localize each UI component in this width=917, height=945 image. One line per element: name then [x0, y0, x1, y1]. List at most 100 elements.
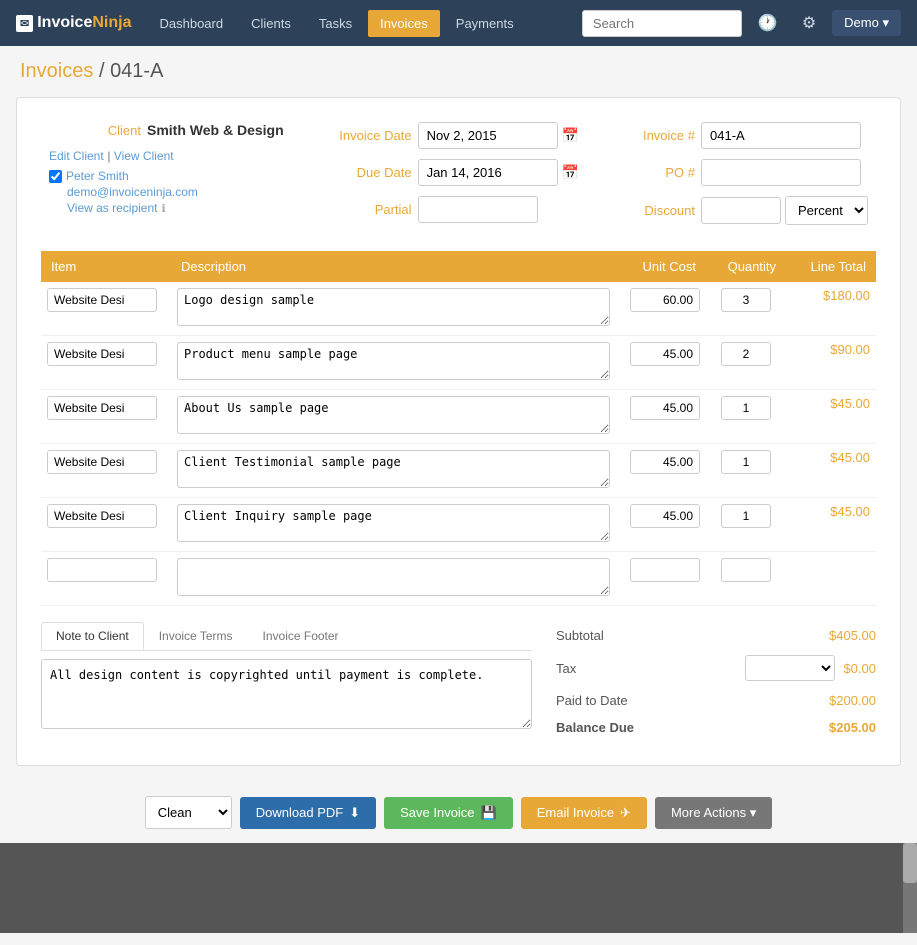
- send-icon: ✈: [620, 805, 631, 821]
- contact-name-link[interactable]: Peter Smith: [66, 169, 129, 183]
- invoice-date-label: Invoice Date: [312, 128, 412, 143]
- view-as-recipient-link[interactable]: View as recipient: [67, 201, 158, 215]
- partial-input[interactable]: [418, 196, 538, 223]
- more-actions-button[interactable]: More Actions ▾: [655, 797, 772, 829]
- row3-item-cell: [41, 390, 171, 444]
- save-invoice-button[interactable]: Save Invoice 💾: [384, 797, 513, 829]
- row5-total-cell: $45.00: [786, 498, 876, 552]
- row2-item-input[interactable]: [47, 342, 157, 366]
- client-row: Client Smith Web & Design: [41, 122, 296, 138]
- navbar: ✉ InvoiceNinja Dashboard Clients Tasks I…: [0, 0, 917, 46]
- row1-unit-input[interactable]: [630, 288, 700, 312]
- discount-row: Discount Percent Amount: [595, 196, 868, 225]
- tax-label: Tax: [556, 661, 576, 676]
- invoice-num-input[interactable]: [701, 122, 861, 149]
- notes-textarea[interactable]: All design content is copyrighted until …: [41, 659, 532, 729]
- search-input[interactable]: [582, 10, 742, 37]
- row3-qty-input[interactable]: [721, 396, 771, 420]
- scrollbar-thumb[interactable]: [903, 843, 917, 883]
- download-icon: ⬇: [349, 805, 360, 821]
- row2-desc-cell: Product menu sample page: [171, 336, 616, 390]
- row4-desc-textarea[interactable]: Client Testimonial sample page: [177, 450, 610, 488]
- tab-invoice-terms[interactable]: Invoice Terms: [144, 622, 248, 650]
- table-row: Product menu sample page $90.00: [41, 336, 876, 390]
- totals-section: Subtotal $405.00 Tax $0.00 Paid to Date …: [556, 622, 876, 741]
- demo-menu-button[interactable]: Demo ▾: [832, 10, 901, 36]
- template-select[interactable]: Clean Bold Modern Creative: [146, 797, 231, 828]
- row1-qty-input[interactable]: [721, 288, 771, 312]
- tax-right: $0.00: [745, 655, 876, 681]
- row2-total-cell: $90.00: [786, 336, 876, 390]
- discount-input[interactable]: [701, 197, 781, 224]
- due-date-input[interactable]: [418, 159, 558, 186]
- po-row: PO #: [595, 159, 868, 186]
- download-pdf-label: Download PDF: [256, 805, 343, 820]
- breadcrumb-current: 041-A: [110, 60, 163, 82]
- tax-select[interactable]: [745, 655, 835, 681]
- row6-qty-input[interactable]: [721, 558, 771, 582]
- nav-dashboard[interactable]: Dashboard: [147, 10, 235, 37]
- scrollbar-track: [903, 843, 917, 933]
- tab-invoice-footer[interactable]: Invoice Footer: [248, 622, 354, 650]
- table-row: About Us sample page $45.00: [41, 390, 876, 444]
- invoice-date-row: Invoice Date 📅: [312, 122, 579, 149]
- nav-tasks[interactable]: Tasks: [307, 10, 364, 37]
- row2-unit-input[interactable]: [630, 342, 700, 366]
- due-date-wrap: 📅: [418, 159, 579, 186]
- row1-item-cell: [41, 282, 171, 336]
- settings-icon-button[interactable]: ⚙: [794, 9, 824, 37]
- tab-note-to-client[interactable]: Note to Client: [41, 622, 144, 650]
- clock-icon-button[interactable]: 🕐: [750, 9, 786, 37]
- nav-invoices[interactable]: Invoices: [368, 10, 440, 37]
- download-pdf-button[interactable]: Download PDF ⬇: [240, 797, 376, 829]
- scrollbar-area: [0, 843, 917, 933]
- contact-checkbox[interactable]: [49, 170, 62, 183]
- breadcrumb-separator: /: [99, 60, 110, 82]
- nav-payments[interactable]: Payments: [444, 10, 526, 37]
- row6-item-input[interactable]: [47, 558, 157, 582]
- row5-desc-textarea[interactable]: Client Inquiry sample page: [177, 504, 610, 542]
- row4-unit-input[interactable]: [630, 450, 700, 474]
- balance-label: Balance Due: [556, 720, 634, 735]
- navbar-right: 🕐 ⚙ Demo ▾: [582, 9, 901, 37]
- breadcrumb: Invoices / 041-A: [0, 46, 917, 97]
- row5-item-input[interactable]: [47, 504, 157, 528]
- header-line-total: Line Total: [786, 251, 876, 282]
- row6-unit-input[interactable]: [630, 558, 700, 582]
- row2-qty-input[interactable]: [721, 342, 771, 366]
- row5-unit-input[interactable]: [630, 504, 700, 528]
- invoice-num-label: Invoice #: [595, 128, 695, 143]
- row4-item-input[interactable]: [47, 450, 157, 474]
- invoice-card: Client Smith Web & Design Edit Client | …: [16, 97, 901, 766]
- paid-label: Paid to Date: [556, 693, 628, 708]
- paid-row: Paid to Date $200.00: [556, 687, 876, 714]
- email-invoice-button[interactable]: Email Invoice ✈: [521, 797, 647, 829]
- row1-item-input[interactable]: [47, 288, 157, 312]
- row1-desc-textarea[interactable]: Logo design sample: [177, 288, 610, 326]
- invoice-date-input[interactable]: [418, 122, 558, 149]
- save-invoice-label: Save Invoice: [400, 805, 474, 820]
- due-date-label: Due Date: [312, 165, 412, 180]
- row5-item-cell: [41, 498, 171, 552]
- discount-wrap: Percent Amount: [701, 196, 868, 225]
- nav-clients[interactable]: Clients: [239, 10, 303, 37]
- row3-item-input[interactable]: [47, 396, 157, 420]
- row3-desc-textarea[interactable]: About Us sample page: [177, 396, 610, 434]
- row6-desc-textarea[interactable]: [177, 558, 610, 596]
- invoice-date-calendar-icon[interactable]: 📅: [562, 127, 579, 144]
- row2-desc-textarea[interactable]: Product menu sample page: [177, 342, 610, 380]
- tax-value: $0.00: [843, 661, 876, 676]
- row1-total-cell: $180.00: [786, 282, 876, 336]
- po-input[interactable]: [701, 159, 861, 186]
- view-client-link[interactable]: View Client: [114, 149, 174, 163]
- brand-text: InvoiceNinja: [37, 14, 131, 32]
- row5-qty-input[interactable]: [721, 504, 771, 528]
- breadcrumb-parent[interactable]: Invoices: [20, 60, 93, 82]
- discount-type-select[interactable]: Percent Amount: [785, 196, 868, 225]
- row3-qty-cell: [706, 390, 786, 444]
- row3-unit-input[interactable]: [630, 396, 700, 420]
- edit-client-link[interactable]: Edit Client: [49, 149, 104, 163]
- brand-logo: ✉ InvoiceNinja: [16, 14, 131, 32]
- row4-qty-input[interactable]: [721, 450, 771, 474]
- due-date-calendar-icon[interactable]: 📅: [562, 164, 579, 181]
